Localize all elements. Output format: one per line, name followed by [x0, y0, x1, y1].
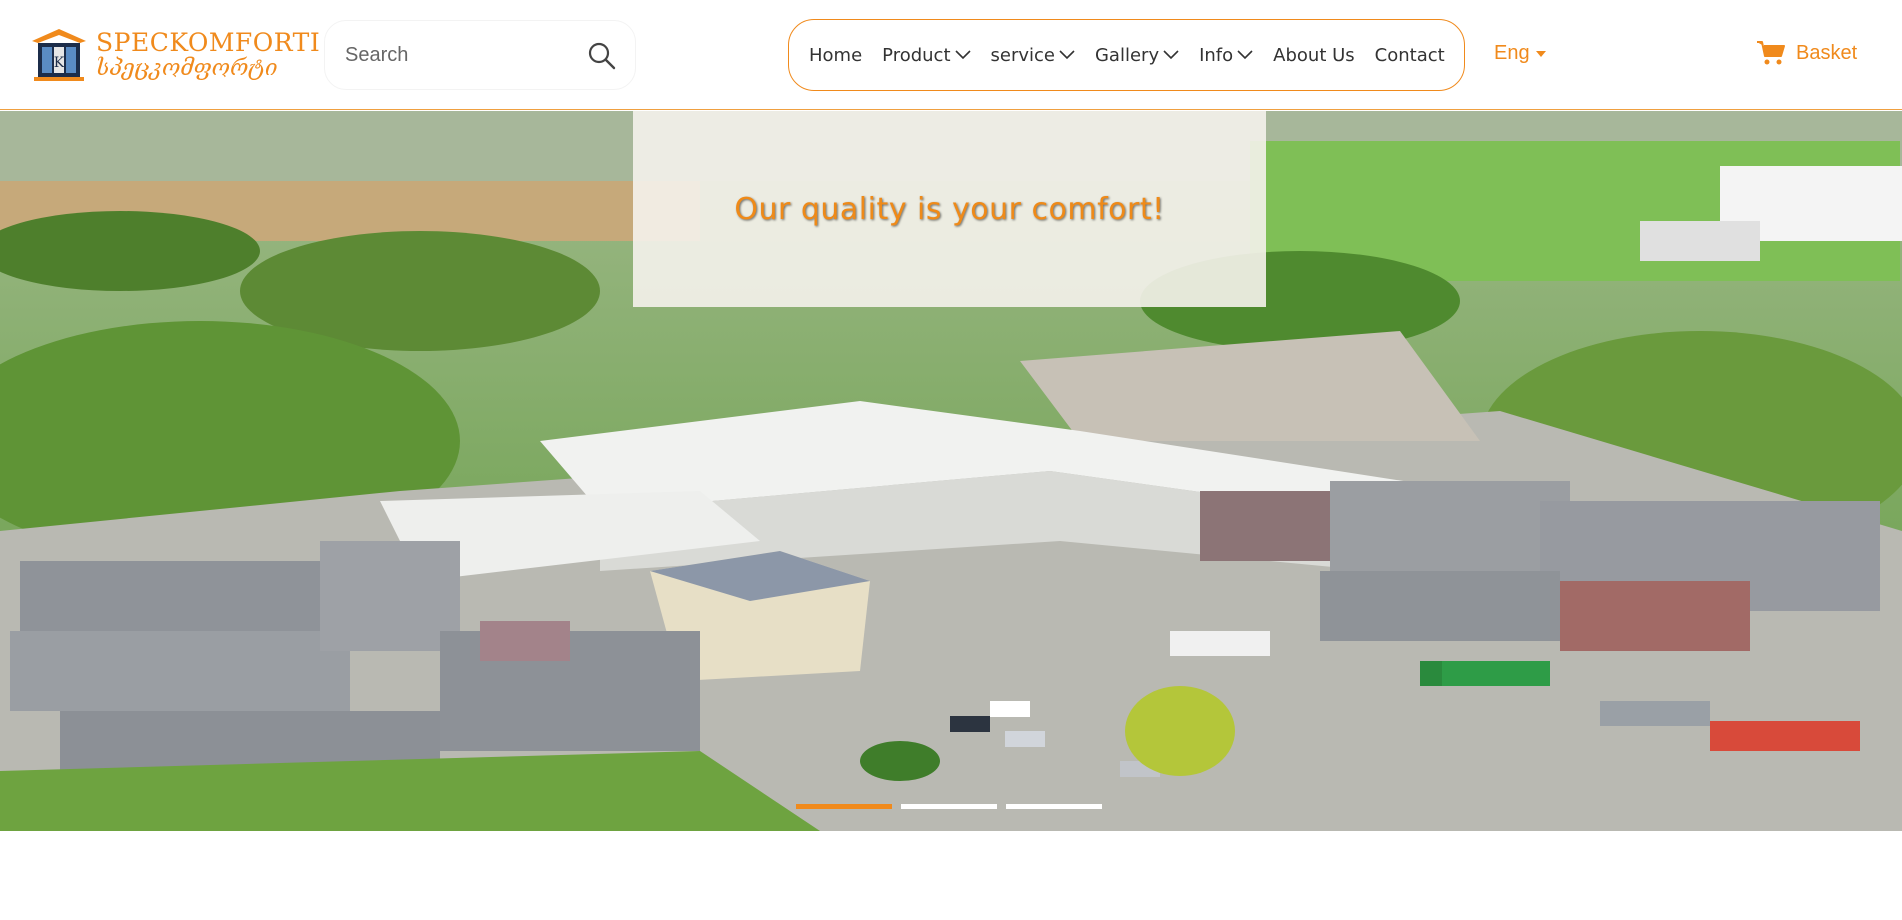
hero-carousel: Our quality is your comfort! [0, 111, 1902, 831]
search-input[interactable] [345, 43, 575, 67]
chevron-down-icon [1059, 50, 1075, 60]
basket-label: Basket [1796, 41, 1858, 64]
nav-item-label: Gallery [1094, 44, 1160, 66]
carousel-indicator-3[interactable] [1006, 804, 1102, 809]
nav-item-label: Contact [1374, 44, 1445, 66]
nav-item-product[interactable]: Product [882, 44, 971, 66]
carousel-indicator-1[interactable] [796, 804, 892, 809]
svg-text:K: K [54, 55, 65, 71]
carousel-indicator-2[interactable] [901, 804, 997, 809]
nav-item-about-us[interactable]: About Us [1273, 45, 1355, 66]
carousel-indicators [796, 804, 1111, 809]
nav-item-gallery[interactable]: Gallery [1095, 45, 1179, 66]
nav-item-label: Product [882, 44, 951, 66]
search-icon[interactable] [587, 41, 617, 71]
logo-text-latin: SPECKOMFORTI [96, 28, 321, 57]
logo-emblem-icon: K [28, 27, 90, 83]
chevron-down-icon [1237, 50, 1253, 60]
nav-item-home[interactable]: Home [809, 45, 862, 66]
nav-item-label: Info [1199, 44, 1234, 66]
chevron-down-icon [954, 50, 971, 60]
language-selector[interactable]: Eng [1494, 42, 1546, 65]
basket-link[interactable]: Basket [1756, 40, 1857, 66]
cart-icon [1757, 41, 1785, 65]
site-logo[interactable]: K SPECKOMFORTI სპეცკომფორტი [28, 26, 320, 84]
language-label: Eng [1494, 42, 1530, 64]
nav-item-service[interactable]: service [991, 45, 1075, 66]
site-header: K SPECKOMFORTI სპეცკომფორტი Home Product… [0, 0, 1902, 110]
nav-item-contact[interactable]: Contact [1375, 45, 1445, 66]
hero-tagline: Our quality is your comfort! [734, 191, 1165, 227]
nav-item-label: service [990, 44, 1055, 66]
chevron-down-icon [1163, 50, 1179, 60]
tagline-panel: Our quality is your comfort! [633, 111, 1266, 307]
nav-item-label: Home [809, 44, 863, 66]
caret-down-icon [1535, 50, 1546, 57]
search-box [324, 20, 636, 90]
nav-item-label: About Us [1273, 44, 1355, 66]
nav-item-info[interactable]: Info [1199, 45, 1253, 66]
logo-text-georgian: სპეცკომფორტი [96, 56, 278, 81]
main-nav: Home Product service Gallery Info About … [788, 19, 1465, 91]
